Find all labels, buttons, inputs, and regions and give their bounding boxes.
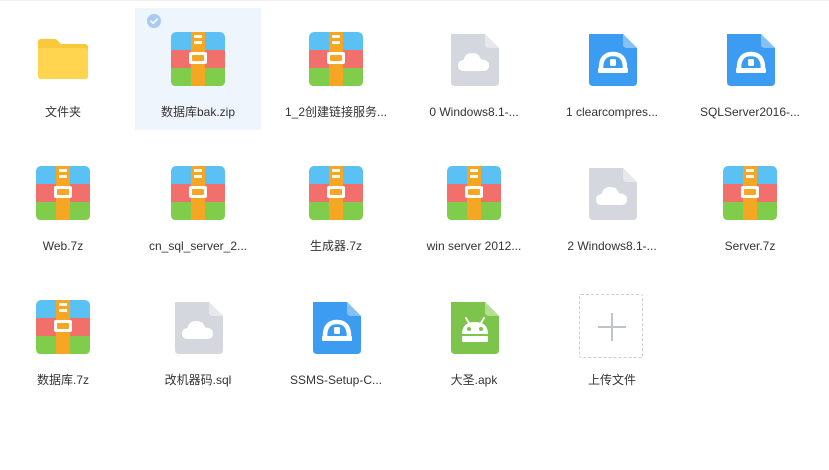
android-icon: [445, 298, 503, 356]
file-name: Server.7z: [724, 239, 776, 253]
cloud-file-icon: [169, 298, 227, 356]
file-name: 1_2创建链接服务...: [284, 105, 388, 119]
archive-icon: [307, 30, 365, 88]
folder-icon: [34, 30, 92, 88]
file-item[interactable]: Web.7z: [0, 142, 126, 264]
file-name: 生成器.7z: [309, 239, 362, 253]
installer-icon: [583, 30, 641, 88]
file-item[interactable]: 1_2创建链接服务...: [273, 8, 399, 130]
file-name: Web.7z: [42, 239, 84, 253]
file-name: 文件夹: [44, 105, 81, 119]
file-name: 数据库bak.zip: [160, 105, 236, 119]
cloud-file-icon: [445, 30, 503, 88]
installer-icon: [721, 30, 779, 88]
installer-icon: [307, 298, 365, 356]
file-item[interactable]: SQLServer2016-...: [687, 8, 813, 130]
file-item[interactable]: 数据库bak.zip: [135, 8, 261, 130]
file-item[interactable]: 生成器.7z: [273, 142, 399, 264]
upload-label: 上传文件: [587, 373, 636, 387]
archive-icon: [721, 164, 779, 222]
cloud-file-icon: [583, 164, 641, 222]
file-name: win server 2012...: [426, 239, 522, 253]
file-name: 1 clearcompres...: [565, 105, 659, 119]
archive-icon: [169, 30, 227, 88]
file-name: 改机器码.sql: [164, 373, 232, 387]
file-item[interactable]: 大圣.apk: [411, 276, 537, 398]
plus-icon[interactable]: [579, 294, 643, 358]
file-name: cn_sql_server_2...: [148, 239, 248, 253]
file-grid: 文件夹 数据库bak.zip 1_2创建链接服务... 0 Windows8.1-..…: [0, 0, 829, 470]
file-item[interactable]: Server.7z: [687, 142, 813, 264]
selected-check-icon[interactable]: [147, 14, 161, 28]
file-item[interactable]: 2 Windows8.1-...: [549, 142, 675, 264]
file-item[interactable]: 0 Windows8.1-...: [411, 8, 537, 130]
file-name: 数据库.7z: [36, 373, 89, 387]
file-item[interactable]: 文件夹: [0, 8, 126, 130]
archive-icon: [307, 164, 365, 222]
archive-icon: [169, 164, 227, 222]
file-item[interactable]: cn_sql_server_2...: [135, 142, 261, 264]
file-item[interactable]: 数据库.7z: [0, 276, 126, 398]
archive-icon: [445, 164, 503, 222]
file-item[interactable]: 1 clearcompres...: [549, 8, 675, 130]
archive-icon: [34, 164, 92, 222]
file-item[interactable]: SSMS-Setup-C...: [273, 276, 399, 398]
file-item[interactable]: 改机器码.sql: [135, 276, 261, 398]
file-item[interactable]: win server 2012...: [411, 142, 537, 264]
upload-file-button[interactable]: 上传文件: [549, 276, 675, 398]
file-name: 大圣.apk: [450, 373, 498, 387]
file-name: SSMS-Setup-C...: [289, 373, 383, 387]
archive-icon: [34, 298, 92, 356]
file-name: 2 Windows8.1-...: [567, 239, 657, 253]
file-name: SQLServer2016-...: [699, 105, 801, 119]
file-name: 0 Windows8.1-...: [429, 105, 519, 119]
